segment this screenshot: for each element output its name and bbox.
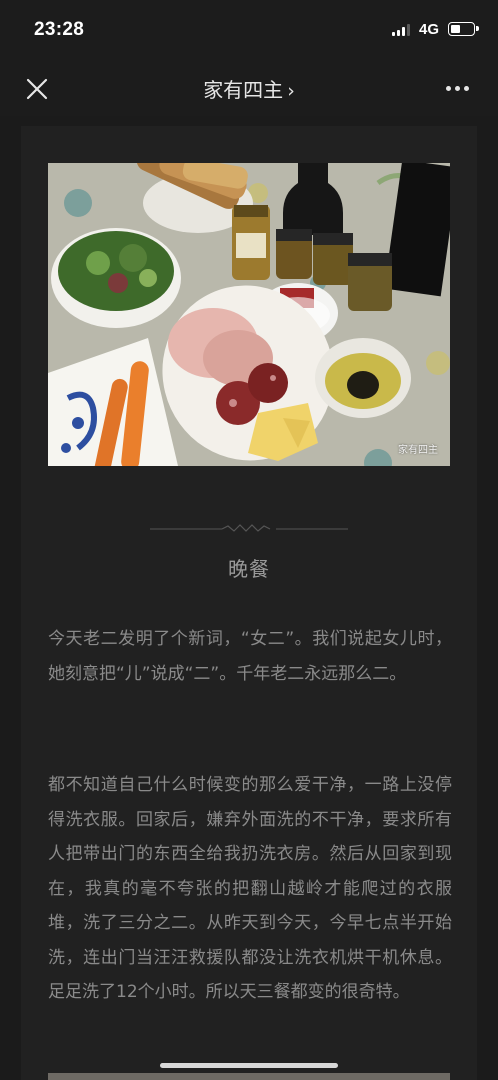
section-title: 晚餐: [228, 557, 270, 581]
network-type: 4G: [419, 21, 440, 38]
more-button[interactable]: [446, 86, 476, 94]
dinner-photo[interactable]: 家有四主: [48, 163, 450, 466]
paragraph-1: 今天老二发明了个新词，“女二”。我们说起女儿时，她刻意把“儿”说成“二”。千年老…: [48, 629, 452, 684]
status-bar: 23:28 4G: [0, 0, 498, 60]
signal-icon: [392, 24, 412, 36]
nav-bar: 家有四主 ›: [0, 60, 498, 116]
paragraph-2: 都不知道自己什么时候变的那么爱干净，一路上没停得洗衣服。回家后，嫌弃外面洗的不干…: [48, 775, 452, 1002]
account-title-button[interactable]: 家有四主 ›: [0, 74, 498, 103]
ornament-divider: [150, 524, 348, 532]
image-watermark: 家有四主: [398, 445, 438, 456]
more-dots-icon: [446, 86, 451, 91]
chevron-right-icon: ›: [287, 80, 295, 102]
account-title: 家有四主: [203, 78, 284, 102]
home-indicator[interactable]: [160, 1063, 338, 1068]
dinner-image: [48, 163, 450, 466]
status-time: 23:28: [34, 19, 85, 40]
battery-icon: [448, 22, 479, 36]
next-image-edge: [48, 1073, 450, 1080]
